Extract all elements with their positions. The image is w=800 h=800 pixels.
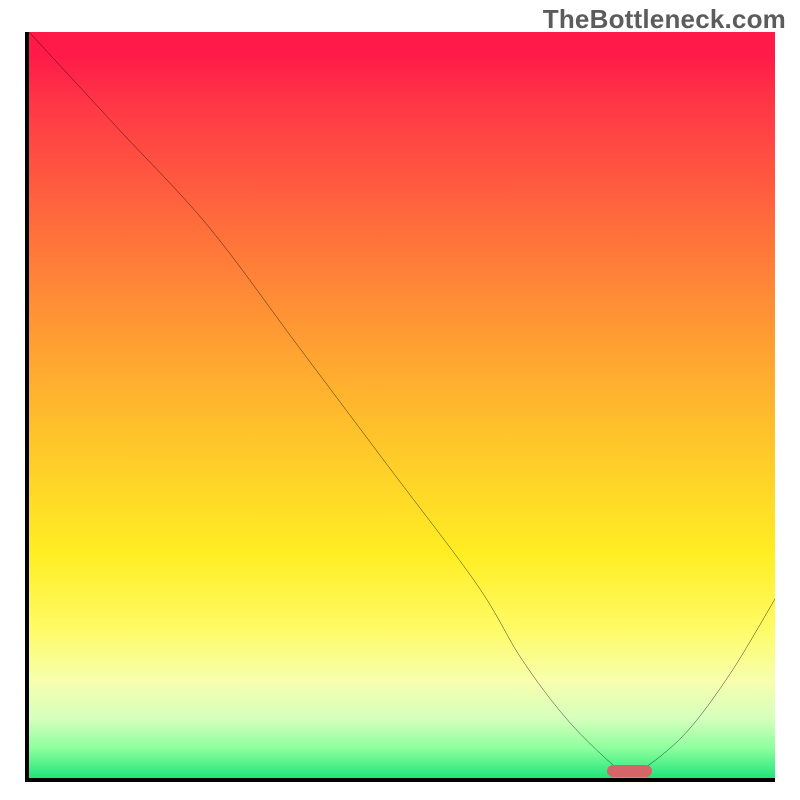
watermark-text: TheBottleneck.com (543, 4, 786, 35)
chart-frame: TheBottleneck.com (0, 0, 800, 800)
bottleneck-curve (29, 32, 775, 778)
optimal-marker (607, 765, 652, 777)
plot-area (25, 32, 775, 782)
